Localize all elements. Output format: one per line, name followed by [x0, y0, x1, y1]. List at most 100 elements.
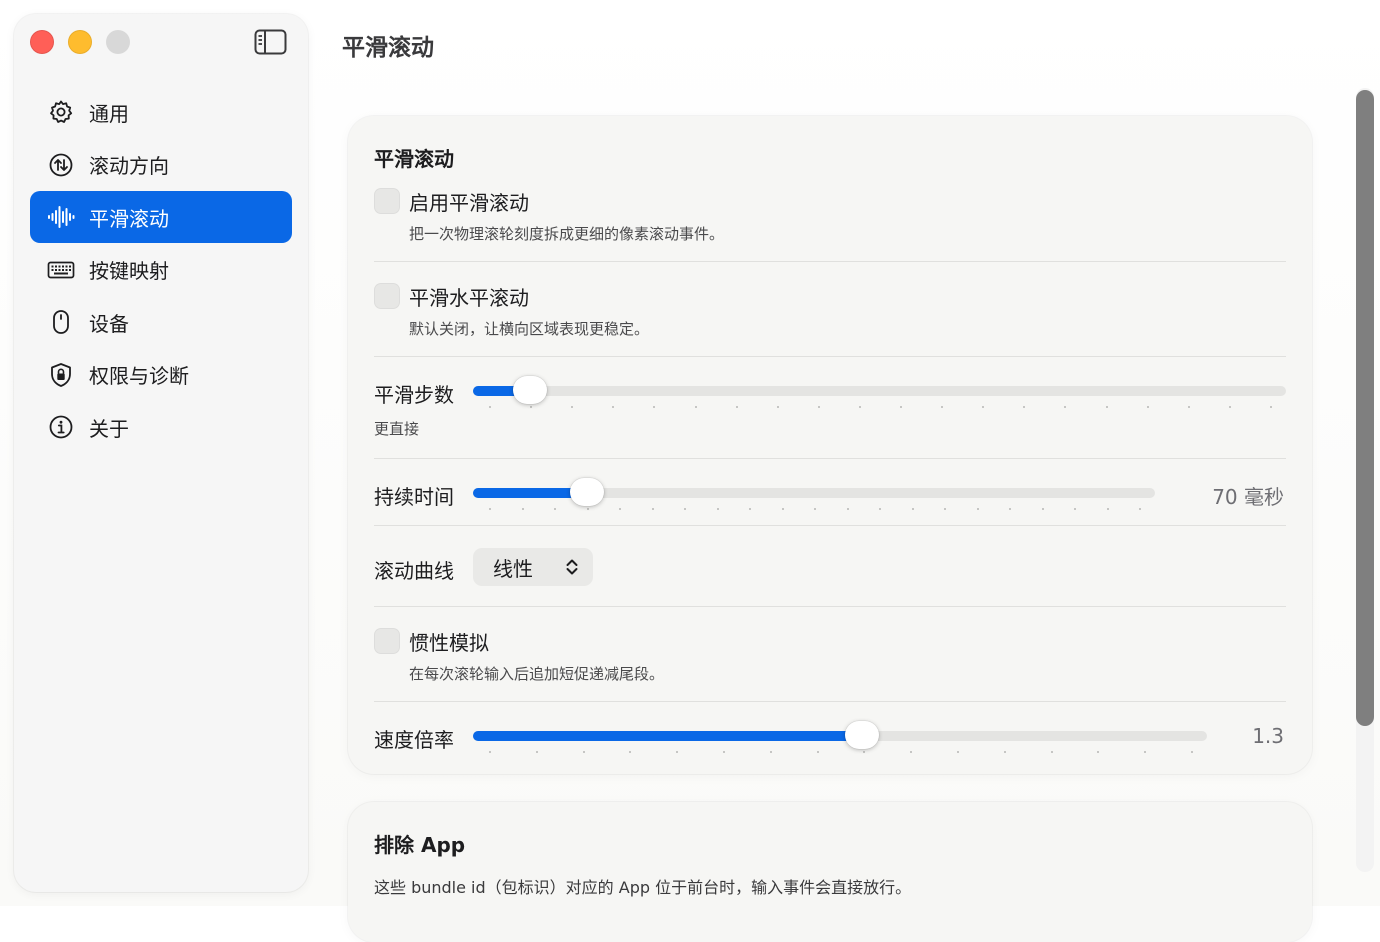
- slider-tick: [716, 508, 719, 510]
- sidebar-item-smooth-scroll[interactable]: 平滑滚动: [30, 191, 292, 243]
- slider-tick: [586, 508, 589, 510]
- slider-tick: [676, 751, 679, 753]
- slider-thumb[interactable]: [513, 376, 547, 404]
- slider-tick: [489, 751, 491, 753]
- steps-note: 更直接: [374, 420, 420, 438]
- slider-thumb[interactable]: [570, 478, 604, 506]
- sidebar-toggle-button[interactable]: [254, 29, 287, 55]
- close-window-button[interactable]: [30, 30, 54, 54]
- sidebar-item-devices[interactable]: 设备: [30, 296, 292, 348]
- slider-tick: [1105, 406, 1108, 408]
- slider-tick: [900, 406, 903, 408]
- sidebar-item-scroll-direction[interactable]: 滚动方向: [30, 139, 292, 191]
- sidebar-item-label: 通用: [89, 101, 129, 126]
- sidebar-item-label: 按键映射: [89, 259, 169, 283]
- gear-icon: [46, 97, 76, 127]
- slider-ticks: [473, 508, 1155, 511]
- sidebar-item-label: 权限与诊断: [89, 364, 189, 388]
- slider-tick: [846, 508, 849, 510]
- sidebar: 通用 滚动方向 平滑滚动 按键映射 设备 权限与诊断 关于: [14, 14, 308, 892]
- slider-tick: [1144, 751, 1147, 753]
- waveform-icon: [46, 202, 76, 232]
- scrollbar-thumb[interactable]: [1356, 90, 1374, 726]
- horizontal-smooth-checkbox[interactable]: [374, 283, 400, 309]
- duration-value: 70 毫秒: [1212, 485, 1284, 509]
- sidebar-nav: 通用 滚动方向 平滑滚动 按键映射 设备 权限与诊断 关于: [30, 86, 292, 454]
- slider-tick: [1064, 406, 1067, 408]
- speed-slider[interactable]: [473, 721, 1207, 753]
- sidebar-item-permissions[interactable]: 权限与诊断: [30, 349, 292, 401]
- slider-tick: [582, 751, 585, 753]
- slider-thumb[interactable]: [845, 721, 879, 749]
- slider-tick: [1139, 508, 1141, 510]
- slider-tick: [982, 406, 985, 408]
- slider-tick: [781, 508, 784, 510]
- enable-smooth-checkbox[interactable]: [374, 188, 400, 214]
- divider: [374, 701, 1286, 702]
- slider-tick: [723, 751, 725, 753]
- slider-tick: [879, 508, 881, 510]
- slider-tick: [1146, 406, 1149, 408]
- enable-smooth-label: 启用平滑滚动: [409, 191, 529, 215]
- minimize-window-button[interactable]: [68, 30, 92, 54]
- slider-tick: [944, 508, 946, 510]
- divider: [374, 606, 1286, 607]
- slider-tick: [653, 406, 656, 408]
- slider-tick: [554, 508, 556, 510]
- slider-tick: [1041, 508, 1044, 510]
- slider-tick: [816, 751, 819, 753]
- chevron-updown-icon: [566, 559, 578, 575]
- slider-tick: [1191, 751, 1193, 753]
- divider: [374, 261, 1286, 262]
- slider-track: [473, 386, 1286, 396]
- slider-tick: [858, 406, 861, 408]
- slider-tick: [1023, 406, 1026, 408]
- slider-tick: [735, 406, 738, 408]
- slider-ticks: [473, 751, 1207, 754]
- slider-tick: [1270, 406, 1272, 408]
- sidebar-item-label: 设备: [89, 311, 129, 336]
- slider-tick: [957, 751, 959, 753]
- sidebar-item-label: 关于: [89, 416, 129, 441]
- slider-tick: [1228, 406, 1231, 408]
- page-title: 平滑滚动: [342, 35, 434, 61]
- sidebar-toggle-icon: [254, 29, 287, 55]
- lock-shield-icon: [46, 360, 76, 390]
- slider-tick: [1009, 508, 1011, 510]
- slider-tick: [1106, 508, 1109, 510]
- exclude-apps-desc: 这些 bundle id（包标识）对应的 App 位于前台时，输入事件会直接放行…: [374, 878, 912, 897]
- section-title: 排除 App: [374, 833, 466, 857]
- sidebar-item-key-mapping[interactable]: 按键映射: [30, 244, 292, 296]
- slider-tick: [1050, 751, 1053, 753]
- slider-tick: [941, 406, 944, 408]
- inertia-checkbox[interactable]: [374, 628, 400, 654]
- slider-tick: [1003, 751, 1006, 753]
- sidebar-item-label: 滚动方向: [89, 154, 169, 178]
- slider-tick: [521, 508, 524, 510]
- steps-label: 平滑步数: [374, 383, 454, 407]
- slider-tick: [694, 406, 697, 408]
- duration-slider[interactable]: [473, 478, 1155, 510]
- slider-tick: [1074, 508, 1076, 510]
- sidebar-item-general[interactable]: 通用: [30, 86, 292, 138]
- slider-tick: [776, 406, 779, 408]
- slider-tick: [684, 508, 686, 510]
- steps-slider[interactable]: [473, 376, 1286, 408]
- horizontal-smooth-desc: 默认关闭，让横向区域表现更稳定。: [409, 320, 650, 338]
- slider-tick: [619, 508, 621, 510]
- curve-select[interactable]: 线性: [473, 548, 593, 586]
- slider-tick: [489, 508, 491, 510]
- slider-tick: [863, 751, 866, 753]
- slider-tick: [769, 751, 772, 753]
- sidebar-item-about[interactable]: 关于: [30, 401, 292, 453]
- slider-tick: [976, 508, 979, 510]
- exclude-apps-card: 排除 App 这些 bundle id（包标识）对应的 App 位于前台时，输入…: [348, 802, 1312, 942]
- zoom-window-button[interactable]: [106, 30, 130, 54]
- slider-tick: [651, 508, 654, 510]
- divider: [374, 356, 1286, 357]
- slider-tick: [817, 406, 820, 408]
- keyboard-icon: [46, 255, 76, 285]
- slider-tick: [535, 751, 538, 753]
- slider-ticks: [473, 406, 1286, 409]
- slider-fill: [473, 731, 868, 741]
